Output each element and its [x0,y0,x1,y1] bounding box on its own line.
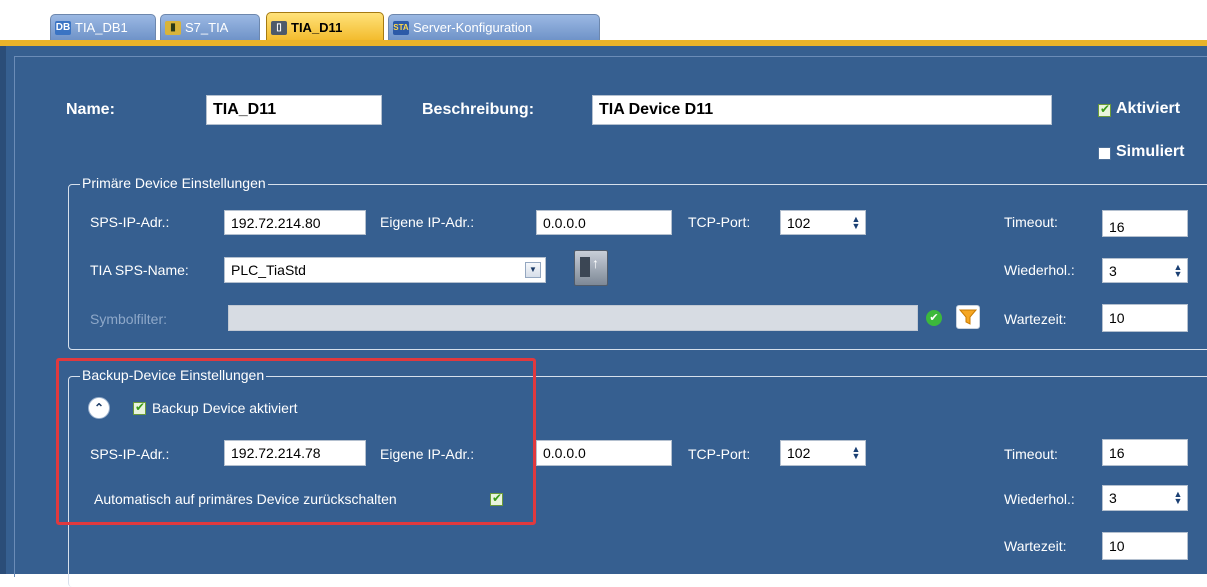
tab-tia-d11[interactable]: ▯ TIA_D11 [266,12,384,42]
tab-label: Server-Konfiguration [413,20,533,35]
chevron-up-icon: ⌃ [93,401,105,415]
backup-timeout-label: Timeout: [1004,446,1058,462]
simuliert-label: Simuliert [1116,143,1185,160]
tia-sps-name-select[interactable]: PLC_TiaStd ▼ [224,257,546,283]
backup-sps-ip-value: 192.72.214.78 [231,445,321,461]
collapse-button[interactable]: ⌃ [88,397,110,419]
backup-tcp-port-stepper[interactable]: 102 ▲ ▼ [780,440,866,466]
plc-icon: ▮ [165,20,181,35]
device-config-panel: Name: TIA_D11 Beschreibung: TIA Device D… [0,46,1207,587]
tia-sps-name-value: PLC_TiaStd [231,262,306,278]
server-icon: STA [393,20,409,35]
backup-tcp-port-label: TCP-Port: [688,446,751,462]
spinner-icon[interactable]: ▲ ▼ [1172,490,1184,506]
name-input[interactable]: TIA_D11 [206,95,382,125]
tab-strip: DB TIA_DB1 ▮ S7_TIA ▯ TIA_D11 STA Server… [0,0,1207,47]
device-icon: ▯ [271,20,287,35]
primary-wiederhol-label: Wiederhol.: [1004,262,1075,278]
spinner-icon[interactable]: ▲ ▼ [850,214,862,230]
tab-s7-tia[interactable]: ▮ S7_TIA [160,14,260,40]
tab-label: TIA_DB1 [75,20,128,35]
spinner-icon[interactable]: ▲ ▼ [850,445,862,461]
backup-tcp-port-value: 102 [787,445,811,461]
db-icon: DB [55,20,71,35]
backup-sps-ip-label: SPS-IP-Adr.: [90,446,170,462]
tab-label: TIA_D11 [291,20,343,35]
primary-timeout-label: Timeout: [1004,214,1058,230]
auto-switch-label: Automatisch auf primäres Device zurücksc… [94,491,397,507]
backup-timeout-input[interactable]: 16 [1102,439,1188,466]
tab-server-konfiguration[interactable]: STA Server-Konfiguration [388,14,600,40]
backup-own-ip-input[interactable]: 0.0.0.0 [536,440,672,466]
backup-wartezeit-label: Wartezeit: [1004,538,1067,554]
valid-check-icon: ✔ [926,310,942,326]
auto-switch-checkbox[interactable] [490,491,503,506]
backup-own-ip-label: Eigene IP-Adr.: [380,446,475,462]
tab-label: S7_TIA [185,20,229,35]
primary-sps-ip-input[interactable]: 192.72.214.80 [224,210,366,235]
primary-wiederhol-value: 3 [1109,262,1117,279]
primary-tcp-port-value: 102 [787,214,811,231]
symbolfilter-label: Symbolfilter: [90,311,168,327]
backup-wartezeit-input[interactable]: 10 [1102,532,1188,560]
beschreibung-value: TIA Device D11 [599,101,714,118]
plc-upload-icon[interactable]: ↑ [574,250,608,286]
chevron-down-icon[interactable]: ▼ [525,262,541,278]
name-label: Name: [66,101,115,118]
filter-icon [958,309,978,325]
primary-wiederhol-stepper[interactable]: 3 ▲ ▼ [1102,258,1188,283]
spinner-icon[interactable]: ▲ ▼ [1172,262,1184,278]
beschreibung-label: Beschreibung: [422,101,535,118]
backup-own-ip-value: 0.0.0.0 [543,445,586,461]
backup-wiederhol-stepper[interactable]: 3 ▲ ▼ [1102,485,1188,511]
simuliert-checkbox[interactable] [1098,147,1111,160]
filter-button[interactable] [956,305,980,329]
backup-enabled-checkbox[interactable] [133,400,146,415]
primary-tcp-port-label: TCP-Port: [688,214,751,230]
primary-sps-ip-label: SPS-IP-Adr.: [90,214,170,230]
backup-wiederhol-value: 3 [1109,490,1117,506]
aktiviert-checkbox[interactable] [1098,102,1111,117]
backup-enabled-label: Backup Device aktiviert [152,400,298,416]
tab-tia-db1[interactable]: DB TIA_DB1 [50,14,156,40]
primary-own-ip-value: 0.0.0.0 [543,214,586,231]
backup-wartezeit-value: 10 [1109,538,1125,554]
primary-sps-ip-value: 192.72.214.80 [231,214,321,231]
aktiviert-label: Aktiviert [1116,100,1181,117]
primary-tcp-port-stepper[interactable]: 102 ▲ ▼ [780,210,866,235]
primary-timeout-value: 16 [1109,218,1125,235]
primary-wartezeit-input[interactable]: 10 [1102,304,1188,332]
primary-legend: Primäre Device Einstellungen [80,175,268,191]
beschreibung-input[interactable]: TIA Device D11 [592,95,1052,125]
primary-wartezeit-label: Wartezeit: [1004,311,1067,327]
symbolfilter-input[interactable] [228,305,918,331]
primary-own-ip-input[interactable]: 0.0.0.0 [536,210,672,235]
name-value: TIA_D11 [213,101,277,118]
primary-own-ip-label: Eigene IP-Adr.: [380,214,475,230]
primary-wartezeit-value: 10 [1109,310,1125,326]
backup-timeout-value: 16 [1109,444,1125,461]
tia-sps-name-label: TIA SPS-Name: [90,262,189,278]
backup-wiederhol-label: Wiederhol.: [1004,491,1075,507]
backup-sps-ip-input[interactable]: 192.72.214.78 [224,440,366,466]
primary-timeout-input[interactable]: 16 [1102,210,1188,237]
